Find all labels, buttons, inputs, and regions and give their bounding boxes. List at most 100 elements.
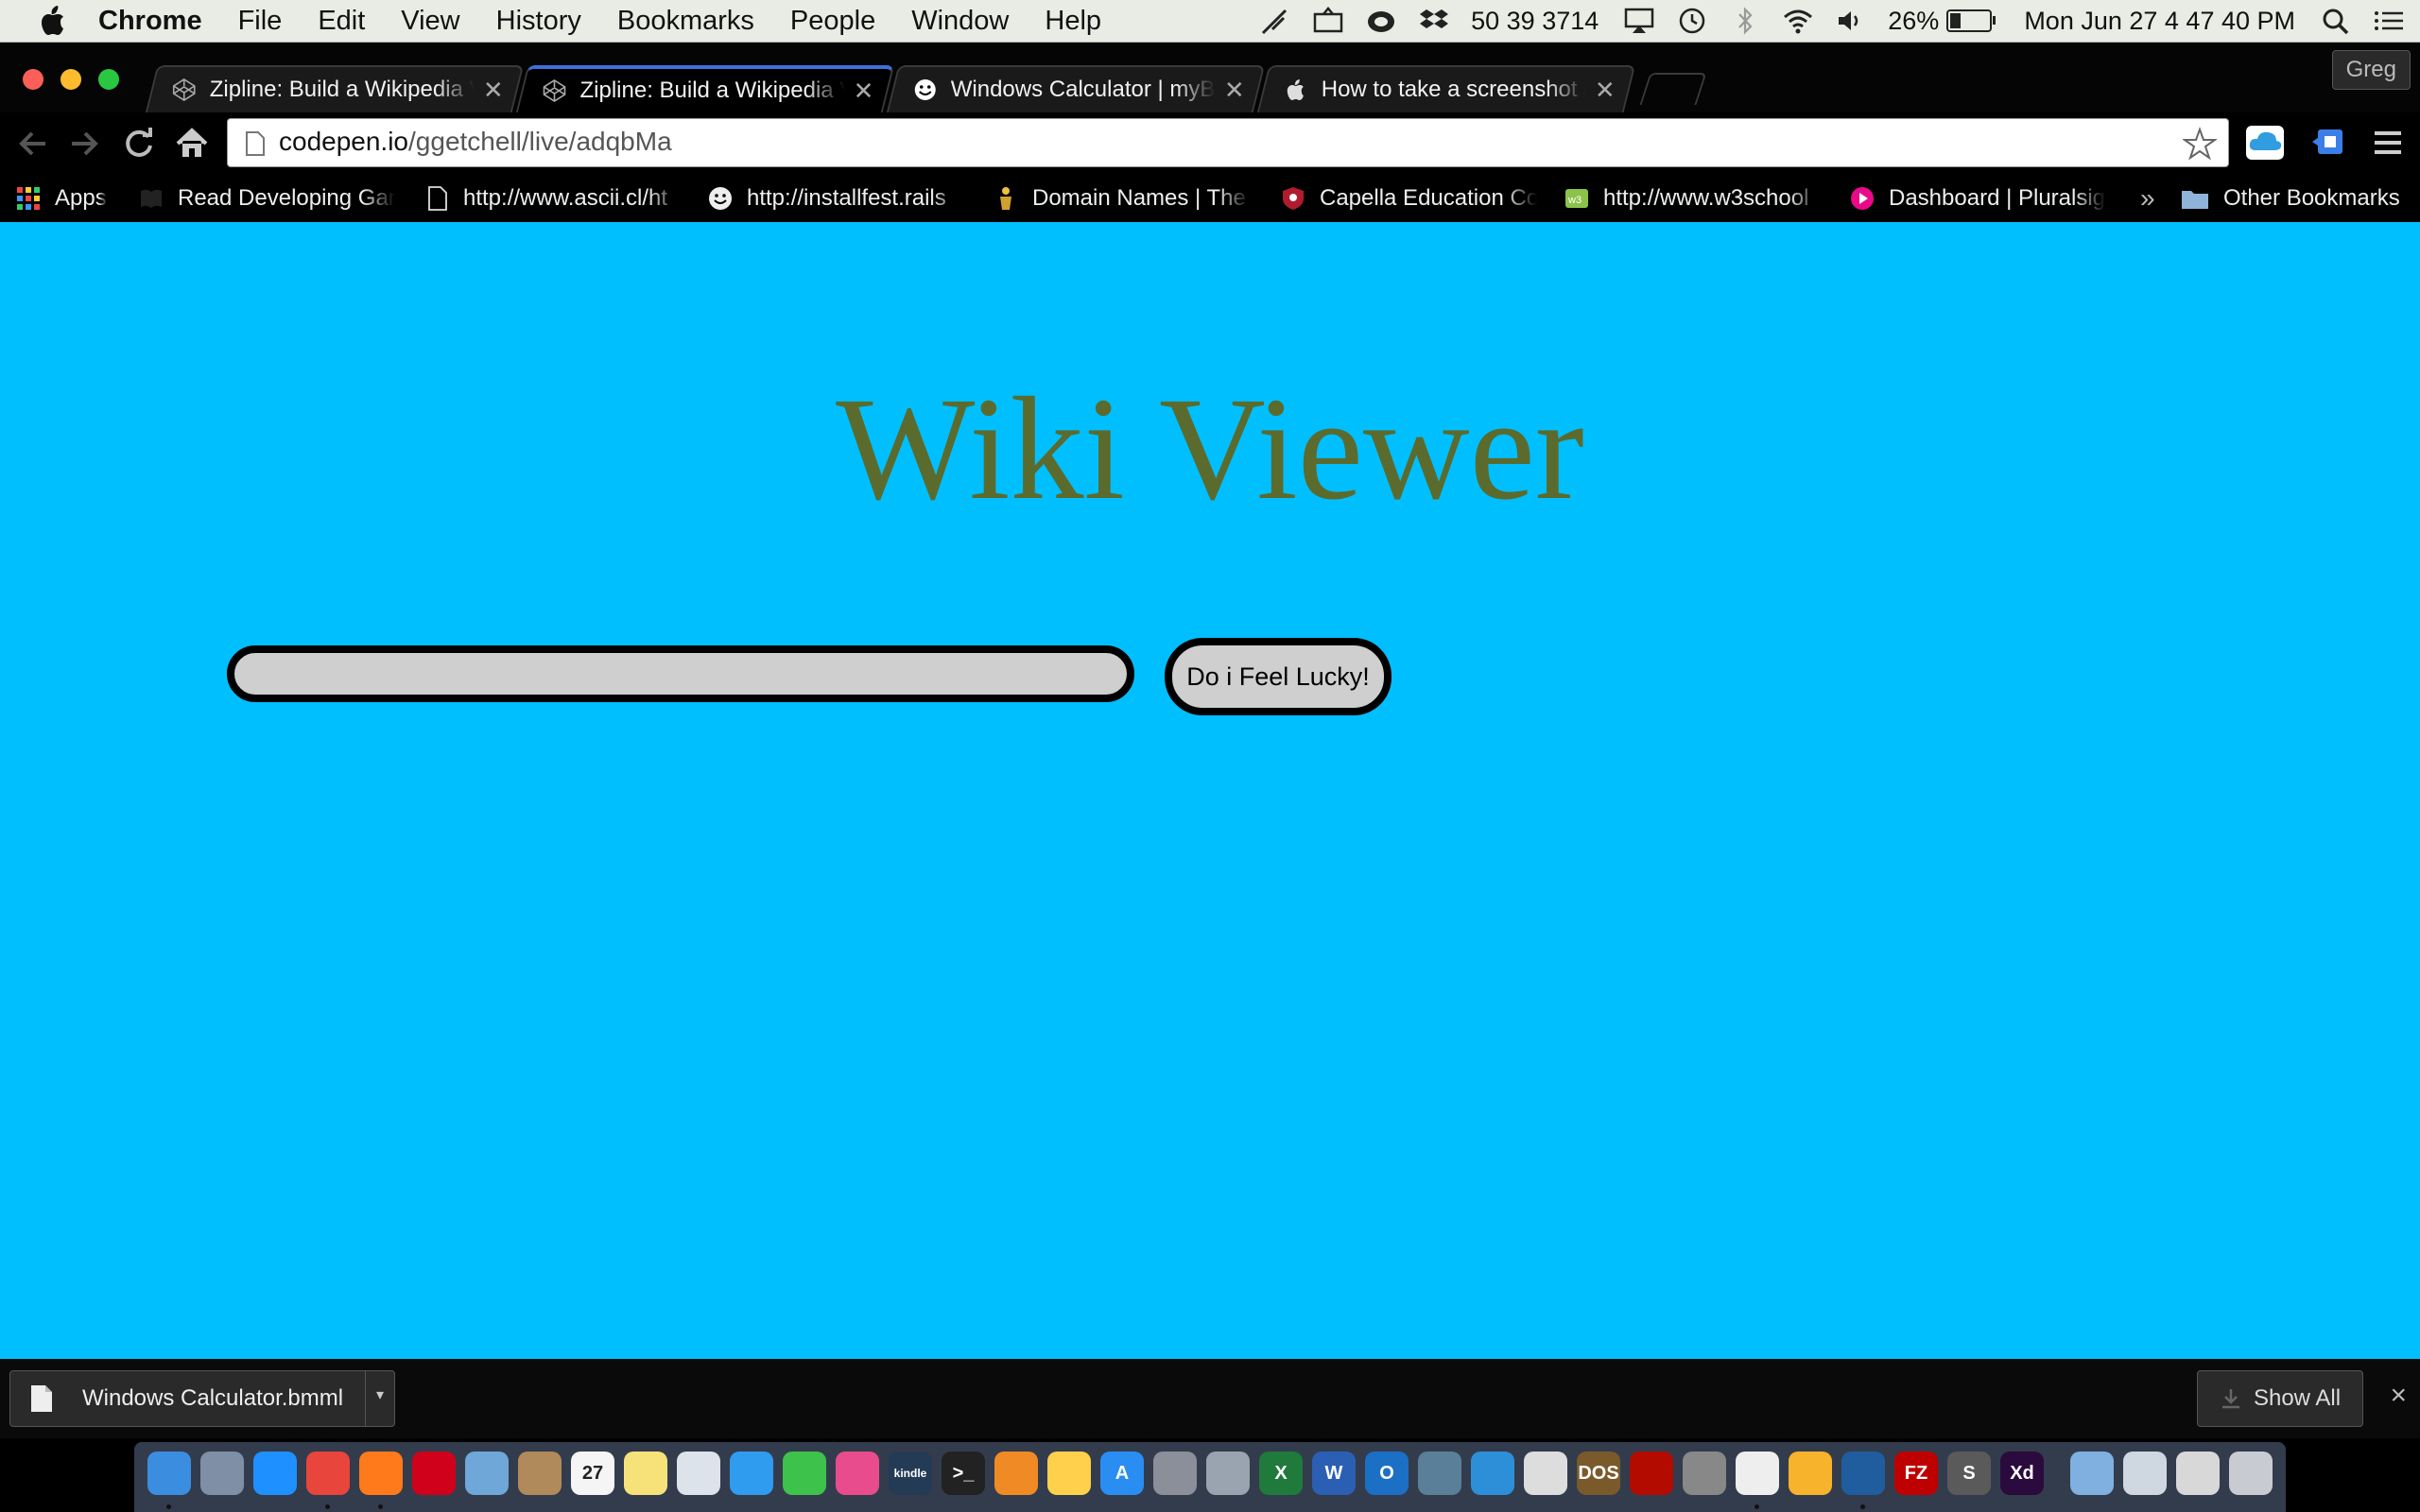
extension-icon[interactable] (2308, 126, 2346, 160)
bluetooth-icon[interactable] (1729, 7, 1761, 35)
minimize-window-button[interactable] (60, 69, 81, 90)
tab-screenshot-howto[interactable]: How to take a screenshot o ✕ (1256, 65, 1636, 112)
dock-finder-icon[interactable] (147, 1452, 191, 1495)
dock-sketch-icon[interactable] (1789, 1452, 1832, 1495)
spotlight-search-icon[interactable] (2320, 7, 2352, 35)
zoom-window-button[interactable] (98, 69, 119, 90)
menu-file[interactable]: File (238, 6, 283, 37)
menu-app-chrome[interactable]: Chrome (98, 6, 202, 37)
forward-arrow-icon[interactable] (64, 124, 104, 163)
dock-text-editor-icon[interactable] (1683, 1452, 1726, 1495)
dock-adobe-xd-icon[interactable]: Xd (2000, 1452, 2044, 1495)
wifi-icon[interactable] (1782, 7, 1814, 35)
bookmarks-overflow-button[interactable]: » (2140, 182, 2155, 215)
dropbox-icon[interactable] (1418, 7, 1450, 35)
dock-safari-icon[interactable] (253, 1452, 297, 1495)
dock-app-store-icon[interactable]: A (1100, 1452, 1144, 1495)
dock-dosbox-icon[interactable]: DOS (1577, 1452, 1620, 1495)
feather-icon[interactable] (1259, 7, 1291, 35)
home-icon[interactable] (172, 124, 212, 163)
close-window-button[interactable] (23, 69, 43, 90)
profile-button[interactable]: Greg (2331, 50, 2411, 90)
bookmark-domain-names[interactable]: Domain Names | The (993, 182, 1250, 215)
dock-outlook-icon[interactable]: O (1365, 1452, 1409, 1495)
dock-excel-icon[interactable]: X (1259, 1452, 1303, 1495)
show-all-downloads-button[interactable]: Show All (2197, 1370, 2363, 1427)
screen-share-icon[interactable] (1312, 7, 1344, 35)
dock-preview-icon[interactable] (465, 1452, 509, 1495)
dock-messages-icon[interactable] (730, 1452, 773, 1495)
dock-system-preferences-icon[interactable] (1153, 1452, 1197, 1495)
new-tab-button[interactable] (1639, 73, 1707, 105)
dock-opera-icon[interactable] (412, 1452, 456, 1495)
menu-help[interactable]: Help (1045, 6, 1101, 37)
creative-cloud-icon[interactable] (1365, 7, 1397, 35)
menubar-clock[interactable]: Mon Jun 27 4 47 40 PM (2024, 7, 2295, 36)
dock-launchpad-icon[interactable] (200, 1452, 244, 1495)
bookmark-read-developing[interactable]: Read Developing Gan (138, 182, 395, 215)
tab-zipline-2[interactable]: Zipline: Build a Wikipedia V ✕ (515, 65, 895, 112)
dock-acrobat-icon[interactable] (1630, 1452, 1673, 1495)
dock-remote-desktop-icon[interactable] (1471, 1452, 1514, 1495)
dock-photos-icon[interactable] (677, 1452, 720, 1495)
dock-ibooks-icon[interactable] (994, 1452, 1038, 1495)
dock-mask-app-icon[interactable] (1524, 1452, 1567, 1495)
menu-people[interactable]: People (790, 6, 875, 37)
battery-icon[interactable] (1946, 9, 1996, 32)
tab-windows-calculator[interactable]: Windows Calculator | myBa ✕ (886, 65, 1266, 112)
download-item[interactable]: Windows Calculator.bmml ▾ (9, 1370, 395, 1427)
url-text[interactable]: codepen.io/ggetchell/live/adqbMa (279, 127, 672, 157)
dock-desktop-stack-icon[interactable] (2176, 1452, 2220, 1495)
dock-trash-icon[interactable] (2229, 1452, 2273, 1495)
dock-facetime-icon[interactable] (783, 1452, 826, 1495)
menu-bookmarks[interactable]: Bookmarks (617, 6, 754, 37)
address-bar[interactable]: codepen.io/ggetchell/live/adqbMa (227, 118, 2229, 167)
dock-google-drive-icon[interactable] (1047, 1452, 1091, 1495)
tab-close-icon[interactable]: ✕ (853, 77, 875, 106)
dock-downloads-stack-icon[interactable] (2123, 1452, 2167, 1495)
dock-firefox-icon[interactable] (359, 1452, 403, 1495)
dock-kindle-icon[interactable]: kindle (889, 1452, 932, 1495)
notification-center-icon[interactable] (2373, 7, 2405, 35)
bookmark-ascii[interactable]: http://www.ascii.cl/ht (424, 182, 681, 215)
dock-itunes-icon[interactable] (836, 1452, 879, 1495)
dock-folder-icon[interactable] (2070, 1452, 2114, 1495)
menu-view[interactable]: View (401, 6, 459, 37)
bookmark-installfest[interactable]: http://installfest.rails (707, 182, 964, 215)
tab-zipline-1[interactable]: Zipline: Build a Wikipedia V ✕ (145, 65, 525, 112)
feel-lucky-button[interactable]: Do i Feel Lucky! (1165, 638, 1392, 715)
bookmark-capella[interactable]: Capella Education Co (1280, 182, 1537, 215)
bookmark-star-icon[interactable] (2181, 127, 2219, 161)
bookmark-apps[interactable]: Apps (15, 182, 107, 215)
dock-app-h-icon[interactable] (1841, 1452, 1885, 1495)
airplay-icon[interactable] (1623, 7, 1655, 35)
dock-contacts-icon[interactable] (518, 1452, 562, 1495)
cloud-extension-icon[interactable] (2246, 126, 2284, 160)
tab-close-icon[interactable]: ✕ (1594, 76, 1616, 105)
dock-network-icon[interactable] (1418, 1452, 1461, 1495)
dock-sublime-icon[interactable]: S (1947, 1452, 1991, 1495)
menu-history[interactable]: History (496, 6, 581, 37)
menu-window[interactable]: Window (911, 6, 1009, 37)
tab-close-icon[interactable]: ✕ (1223, 76, 1246, 105)
dock-notes-icon[interactable] (624, 1452, 667, 1495)
tab-close-icon[interactable]: ✕ (482, 76, 505, 105)
reload-icon[interactable] (119, 124, 159, 163)
dock-utility-icon[interactable] (1206, 1452, 1250, 1495)
dock-calendar-icon[interactable]: 27 (571, 1452, 614, 1495)
apple-menu-icon[interactable] (38, 5, 66, 37)
close-download-shelf-icon[interactable]: × (2390, 1380, 2407, 1412)
search-input[interactable] (227, 645, 1134, 702)
volume-icon[interactable] (1835, 7, 1867, 35)
bookmark-w3schools[interactable]: w3 http://www.w3school (1564, 182, 1821, 215)
dock-smiley-app-icon[interactable] (1736, 1452, 1779, 1495)
dock-filezilla-icon[interactable]: FZ (1894, 1452, 1938, 1495)
dock-terminal-icon[interactable]: >_ (942, 1452, 985, 1495)
dock-word-icon[interactable]: W (1312, 1452, 1356, 1495)
other-bookmarks[interactable]: Other Bookmarks (2180, 182, 2400, 215)
time-machine-icon[interactable] (1676, 7, 1708, 35)
dock-chrome-icon[interactable] (306, 1452, 350, 1495)
chrome-menu-icon[interactable] (2369, 126, 2407, 160)
back-arrow-icon[interactable] (13, 124, 53, 163)
bookmark-pluralsight[interactable]: Dashboard | Pluralsig (1849, 182, 2106, 215)
